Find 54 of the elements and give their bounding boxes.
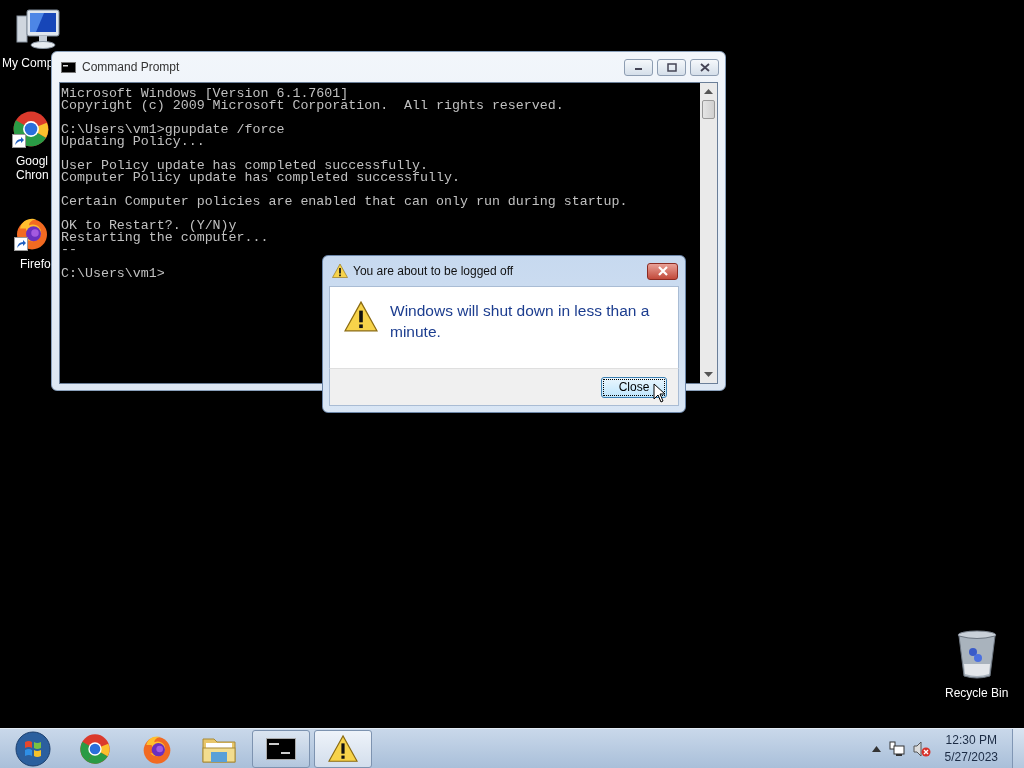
console-line: Restarting the computer... xyxy=(61,232,269,244)
dialog-title: You are about to be logged off xyxy=(353,263,514,280)
console-icon xyxy=(266,737,296,760)
close-button[interactable]: Close xyxy=(601,376,667,398)
muted-speaker-icon[interactable] xyxy=(912,740,931,757)
computer-icon xyxy=(16,9,60,49)
desktop-shortcut[interactable]: Googl Chron xyxy=(0,110,50,182)
console-line: Updating Policy... xyxy=(61,136,205,148)
desktop-shortcut[interactable]: Recycle Bin xyxy=(945,630,1009,700)
start-orb-icon xyxy=(15,731,51,766)
shortcut-arrow-icon xyxy=(12,134,26,148)
minimize-icon xyxy=(634,67,642,70)
chrome-icon xyxy=(80,733,110,764)
icon-label: Recycle Bin xyxy=(945,686,1009,700)
console-line: OK to Restart?. (Y/N)y xyxy=(61,220,237,232)
maximize-icon xyxy=(666,62,677,72)
icon-label: Googl xyxy=(16,154,49,168)
icon-label: Chron xyxy=(16,168,49,182)
mouse-cursor-icon xyxy=(653,383,666,403)
console-line: Microsoft Windows [Version 6.1.7601] xyxy=(61,88,349,100)
scrollbar[interactable] xyxy=(700,83,717,383)
scroll-down-icon[interactable] xyxy=(704,372,713,377)
firefox-icon xyxy=(143,735,171,764)
warning-icon xyxy=(332,263,348,278)
dialog-message: Windows will shut down in less than a minute. xyxy=(390,301,651,342)
recycle-bin-icon xyxy=(957,630,997,679)
close-button[interactable] xyxy=(647,262,678,280)
close-icon xyxy=(657,266,668,276)
console-line: C:\Users\vm1> xyxy=(61,268,165,280)
console-line: Computer Policy update has completed successfully. xyxy=(61,172,460,184)
folder-icon xyxy=(202,738,236,762)
close-icon xyxy=(699,62,710,72)
warning-icon xyxy=(344,300,378,332)
taskbar-button[interactable] xyxy=(252,729,310,768)
console-line: Certain Computer policies are enabled that can only run during startup. xyxy=(61,196,628,208)
console-icon xyxy=(61,61,76,73)
maximize-button[interactable] xyxy=(657,58,686,76)
console-line: Copyright (c) 2009 Microsoft Corporation. All rights reserved. xyxy=(61,100,564,112)
close-button[interactable] xyxy=(690,58,719,76)
console-line: User Policy update has completed successfully. xyxy=(61,160,429,172)
minimize-button[interactable] xyxy=(624,58,653,76)
clock-time: 12:30 PM xyxy=(944,731,998,749)
desktop-shortcut[interactable]: Firefo xyxy=(0,215,51,271)
icon-label: Firefo xyxy=(20,257,51,271)
console-line: -- xyxy=(61,244,77,256)
clock-date: 5/27/2023 xyxy=(944,748,998,766)
window-title: Command Prompt xyxy=(82,59,180,76)
warning-icon xyxy=(328,734,358,762)
scroll-up-icon[interactable] xyxy=(704,89,713,94)
shortcut-arrow-icon xyxy=(14,237,28,251)
show-hidden-icons-icon[interactable] xyxy=(871,745,881,752)
console-line: C:\Users\vm1>gpupdate /force xyxy=(61,124,285,136)
network-icon[interactable] xyxy=(888,740,905,757)
scroll-thumb[interactable] xyxy=(702,100,715,119)
